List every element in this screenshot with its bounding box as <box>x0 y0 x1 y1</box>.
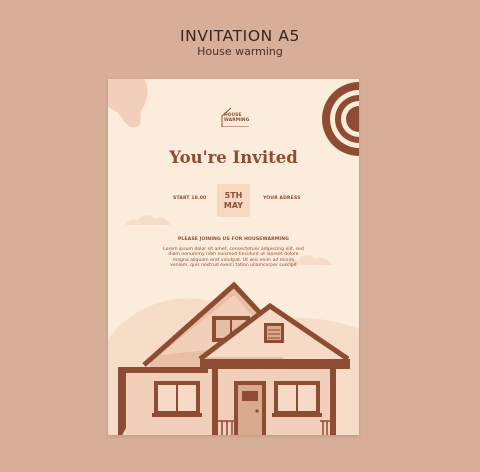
decorative-blob <box>108 79 148 128</box>
start-time: START 18.00 <box>173 196 207 201</box>
cloud-decoration <box>126 215 170 225</box>
logo-text: HOUSE WARMING <box>224 113 250 123</box>
join-heading: PLEASE JOINING US FOR HOUSEWARMING <box>177 237 290 242</box>
page-title: INVITATION A5 <box>179 27 301 45</box>
date-day: 5TH <box>224 190 243 200</box>
page-subtitle: House warming <box>197 45 283 58</box>
body-text: Lorem ipsum dolor sit amet, consectetuer… <box>163 247 304 269</box>
rainbow-decoration <box>322 82 359 156</box>
headline: You're Invited <box>169 148 298 167</box>
address-label: YOUR ADRESS <box>263 196 301 201</box>
date-box: 5TH MAY <box>217 184 250 217</box>
invitation-card: HOUSE WARMING You're Invited START 18.00… <box>108 79 359 435</box>
house-illustration <box>108 281 359 435</box>
date-month: MAY <box>223 200 244 210</box>
